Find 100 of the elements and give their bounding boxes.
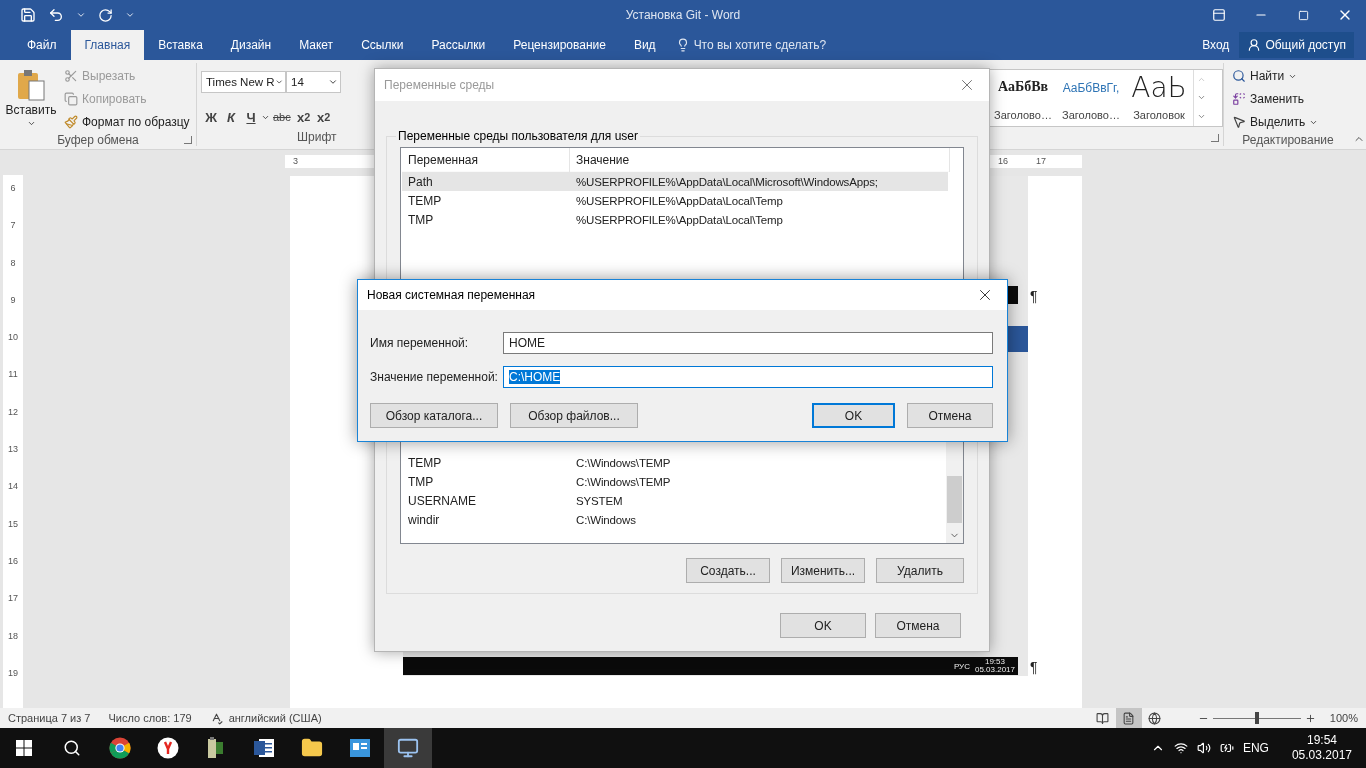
vertical-ruler: 6 7 8 9 10 11 12 13 14 15 16 17 18 19	[3, 175, 23, 708]
launcher-icon[interactable]	[184, 136, 192, 144]
caret-icon[interactable]	[26, 119, 36, 128]
variable-row[interactable]: TMP %USERPROFILE%\AppData\Local\Temp	[402, 210, 948, 229]
clock[interactable]: 19:54 05.03.2017	[1277, 733, 1352, 763]
variable-row[interactable]: TEMP C:\Windows\TEMP	[402, 453, 948, 472]
font-name-field[interactable]: Times New R	[201, 71, 286, 93]
network-icon[interactable]	[1173, 741, 1188, 755]
dialog-button[interactable]: Создать...	[686, 558, 770, 583]
ribbon-tab[interactable]: Дизайн	[216, 30, 286, 60]
person-icon[interactable]	[1247, 38, 1262, 52]
browser-icon	[109, 737, 131, 759]
search-icon	[1232, 69, 1246, 83]
format-button[interactable]: abc	[270, 107, 294, 127]
column-header[interactable]: Значение	[570, 147, 950, 172]
zoom-thumb[interactable]	[1254, 712, 1259, 724]
dialog-button[interactable]: Обзор файлов...	[510, 403, 638, 428]
scissors-icon	[64, 69, 78, 83]
paragraph-mark: ¶	[1030, 289, 1038, 303]
ribbon-display-icon[interactable]	[1212, 8, 1226, 22]
app-icon	[349, 738, 371, 758]
tray-clock: 19:53 05.03.2017	[974, 658, 1015, 674]
zoom-level: 100%	[1329, 712, 1358, 724]
dialog-button[interactable]: Изменить...	[781, 558, 865, 583]
ribbon-tab[interactable]: Рассылки	[417, 30, 500, 60]
style-name: Заголовок	[1133, 109, 1185, 121]
variable-value-field[interactable]: C:\HOME	[503, 366, 993, 388]
paragraph-mark: ¶	[1030, 660, 1038, 674]
caret-icon[interactable]	[274, 77, 283, 87]
clipboard-icon[interactable]	[16, 69, 46, 101]
redo-icon[interactable]	[98, 7, 113, 23]
style-preview: АаБбВвГг,	[1062, 82, 1120, 94]
variable-row[interactable]: windir C:\Windows	[402, 510, 948, 529]
volume-icon[interactable]	[1196, 741, 1211, 755]
ribbon-tab[interactable]: Вставка	[144, 30, 217, 60]
maximize-icon[interactable]	[1297, 9, 1309, 21]
ribbon-tab[interactable]: Главная	[70, 30, 145, 60]
field-label: Значение переменной:	[370, 370, 499, 384]
ribbon-tab[interactable]: Вид	[619, 30, 670, 60]
copy-icon	[64, 92, 78, 106]
paintbrush-icon	[64, 115, 78, 129]
language-indicator: РУС	[953, 661, 970, 671]
ribbon-tab[interactable]: Файл	[13, 30, 71, 60]
share-button[interactable]: Общий доступ	[1239, 32, 1354, 58]
style-preview: АаЬ	[1131, 74, 1187, 102]
dialog-button[interactable]: Удалить	[876, 558, 964, 583]
word-count: Число слов: 179	[108, 712, 192, 724]
dialog-button[interactable]: Обзор каталога...	[370, 403, 498, 428]
undo-icon[interactable]	[48, 7, 64, 23]
customize-icon[interactable]	[125, 10, 135, 20]
find-button[interactable]: Найти	[1232, 65, 1352, 87]
ribbon-tab[interactable]: Макет	[285, 30, 348, 60]
dialog-button[interactable]: Отмена	[907, 403, 993, 428]
browser-icon	[157, 737, 179, 759]
globe-icon[interactable]	[1148, 711, 1162, 725]
title-bar-strip	[1006, 326, 1028, 352]
language-indicator[interactable]: ENG	[1242, 741, 1269, 755]
group-label: Редактирование	[1242, 133, 1334, 147]
window-title: Установка Git - Word	[625, 8, 741, 22]
variable-row[interactable]: USERNAME SYSTEM	[402, 491, 948, 510]
cancel-button[interactable]: Отмена	[875, 613, 961, 638]
monitor-icon	[397, 737, 419, 759]
page-icon[interactable]	[1122, 711, 1136, 725]
variable-row[interactable]: TEMP %USERPROFILE%\AppData\Local\Temp	[402, 191, 948, 210]
search-icon	[63, 739, 81, 757]
save-icon[interactable]	[20, 7, 36, 23]
page-count: Страница 7 из 7	[8, 712, 91, 724]
ribbon-tab[interactable]: Рецензирование	[499, 30, 620, 60]
variable-row[interactable]: TMP C:\Windows\TEMP	[402, 472, 948, 491]
word-app-icon	[253, 737, 275, 759]
variable-name-field[interactable]: HOME	[503, 332, 993, 354]
caret-icon[interactable]	[76, 10, 86, 20]
format-button[interactable]: Ж	[201, 107, 221, 127]
group-label: Шрифт	[297, 130, 337, 144]
sign-in-link[interactable]: Вход	[1192, 30, 1240, 60]
taskbar-button[interactable]	[384, 728, 432, 768]
paste-button[interactable]: Вставить	[4, 65, 58, 133]
group-label: Буфер обмена	[57, 133, 139, 147]
folder-icon	[301, 737, 323, 759]
print-layout-button[interactable]	[1115, 708, 1142, 728]
dialog-title: Новая системная переменная	[367, 288, 536, 302]
variable-row[interactable]: Path %USERPROFILE%\AppData\Local\Microsoft\WindowsApps;	[402, 172, 948, 191]
battery-icon[interactable]	[1219, 741, 1234, 755]
format-button[interactable]: К	[221, 107, 241, 127]
column-header[interactable]: Переменная	[402, 147, 570, 172]
launcher-icon[interactable]	[1211, 134, 1219, 142]
dialog-button[interactable]: OK	[812, 403, 895, 428]
font-size-field[interactable]: 14	[286, 71, 341, 93]
select-button[interactable]: Выделить	[1232, 111, 1352, 133]
format-button[interactable]: Ч	[241, 107, 261, 127]
tell-me-field[interactable]: Что вы хотите сделать?	[693, 38, 827, 52]
ok-button[interactable]: OK	[780, 613, 866, 638]
book-icon[interactable]	[1096, 711, 1110, 725]
zoom-in-icon[interactable]	[1304, 712, 1316, 724]
replace-button[interactable]: Заменить	[1232, 88, 1352, 110]
style-preview: АаБбВв	[997, 80, 1049, 94]
styles-gallery[interactable]: АаБбВв Заголово… АаБбВвГг, Заголово… АаЬ Заголовок	[988, 69, 1223, 127]
ribbon-tab[interactable]: Ссылки	[347, 30, 418, 60]
format-painter-button[interactable]: Формат по образцу	[64, 111, 190, 133]
caret-icon[interactable]	[328, 77, 338, 87]
